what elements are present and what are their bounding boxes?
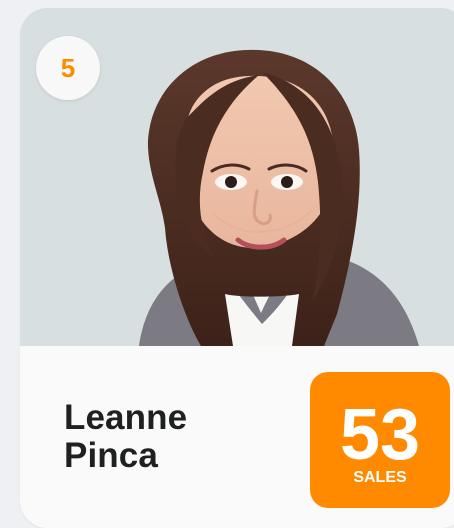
sales-count: 53 bbox=[339, 395, 421, 475]
first-name: Leanne bbox=[64, 398, 188, 437]
sales-label: SALES bbox=[353, 469, 407, 486]
employee-info: Leanne Pinca 53 SALES bbox=[20, 346, 454, 528]
leaderboard-card: 5 Leanne Pinca 53 SALES bbox=[20, 8, 454, 528]
sales-card: 53 SALES bbox=[310, 372, 450, 508]
last-name: Pinca bbox=[64, 436, 158, 475]
rank-badge: 5 bbox=[36, 36, 100, 100]
employee-name: Leanne Pinca bbox=[64, 399, 264, 475]
rank-number: 5 bbox=[60, 53, 76, 83]
